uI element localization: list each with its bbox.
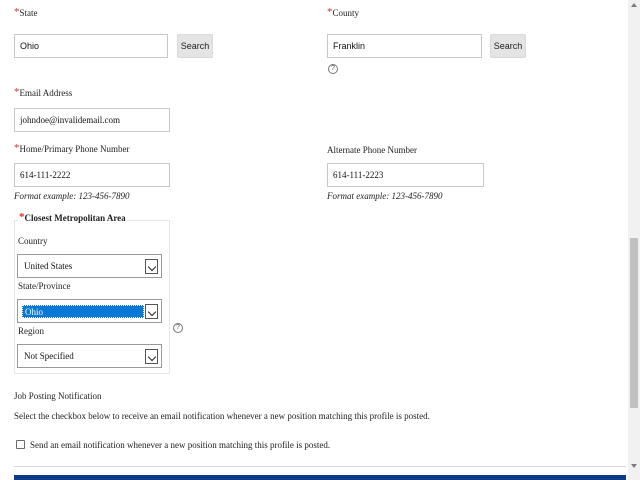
- country-select-value: United States: [24, 261, 73, 271]
- region-select-value: Not Specified: [24, 351, 74, 361]
- county-input[interactable]: Franklin: [327, 34, 482, 58]
- metro-legend: *Closest Metropolitan Area: [18, 211, 127, 223]
- county-help-icon[interactable]: ?: [328, 64, 338, 74]
- email-label: *Email Address: [14, 86, 73, 99]
- divider: [14, 466, 626, 467]
- alt-phone-field[interactable]: 614-111-2223: [327, 163, 484, 187]
- chevron-down-icon[interactable]: [145, 259, 158, 274]
- state-label: *State: [14, 6, 38, 19]
- state-input[interactable]: Ohio: [14, 34, 168, 58]
- email-field[interactable]: johndoe@invalidemail.com: [14, 108, 170, 132]
- email-notification-checkbox[interactable]: [16, 440, 25, 449]
- scrollbar-thumb[interactable]: [630, 238, 638, 408]
- metro-help-icon[interactable]: ?: [173, 323, 183, 333]
- state-province-label: State/Province: [18, 281, 71, 291]
- page-scrollbar[interactable]: [628, 0, 640, 480]
- region-label: Region: [18, 326, 44, 336]
- home-phone-label: *Home/Primary Phone Number: [14, 142, 130, 155]
- alt-phone-format-hint: Format example: 123-456-7890: [327, 191, 443, 201]
- country-select[interactable]: United States: [17, 254, 162, 278]
- alt-phone-label: Alternate Phone Number: [327, 145, 417, 155]
- chevron-down-icon[interactable]: [145, 304, 158, 319]
- state-search-button[interactable]: Search: [177, 34, 213, 58]
- home-phone-field[interactable]: 614-111-2222: [14, 163, 170, 187]
- job-posting-description: Select the checkbox below to receive an …: [14, 411, 430, 421]
- scroll-down-icon[interactable]: [631, 464, 637, 468]
- bottom-action-bar: [14, 475, 626, 480]
- job-posting-heading: Job Posting Notification: [14, 391, 102, 401]
- county-label: *County: [327, 6, 360, 19]
- region-select[interactable]: Not Specified: [17, 344, 162, 368]
- home-phone-format-hint: Format example: 123-456-7890: [14, 191, 130, 201]
- scroll-up-icon[interactable]: [631, 3, 637, 7]
- country-label: Country: [18, 236, 48, 246]
- state-province-select[interactable]: Ohio: [17, 299, 162, 323]
- state-province-select-value: Ohio: [22, 305, 144, 318]
- chevron-down-icon[interactable]: [145, 349, 158, 364]
- email-notification-checkbox-label[interactable]: Send an email notification whenever a ne…: [30, 440, 330, 450]
- county-search-button[interactable]: Search: [490, 34, 526, 58]
